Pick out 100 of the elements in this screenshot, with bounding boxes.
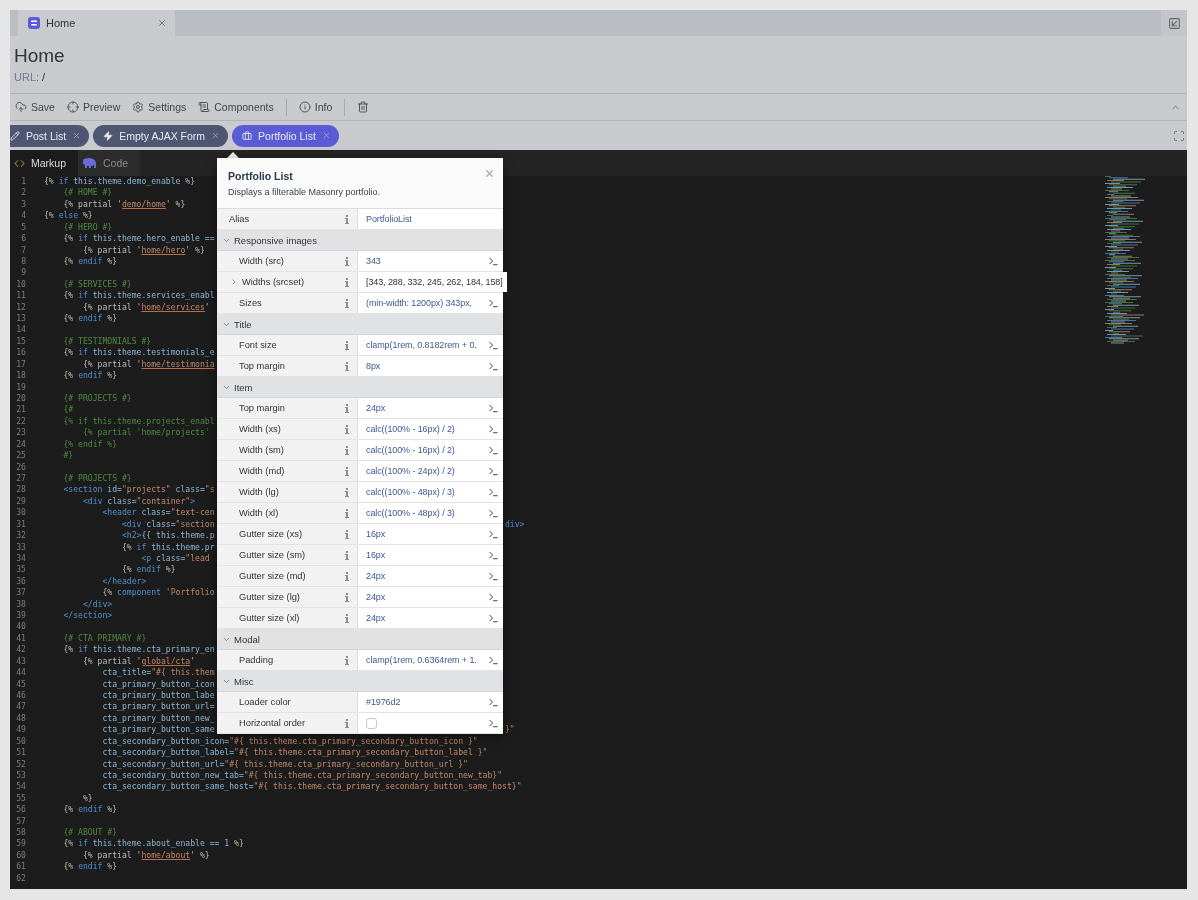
line-number: 18	[15, 370, 26, 382]
terminal-icon[interactable]	[488, 528, 499, 540]
terminal-icon[interactable]	[488, 549, 499, 561]
terminal-icon[interactable]	[488, 255, 499, 267]
group-header[interactable]: Modal	[217, 629, 503, 650]
value-field[interactable]: calc((100% - 16px) / 2)	[358, 440, 503, 460]
code-line: cta_primary_button_same	[101, 724, 215, 735]
line-number: 8	[20, 255, 26, 268]
info-icon[interactable]	[345, 298, 349, 308]
components-button[interactable]: Components	[198, 101, 274, 113]
terminal-icon[interactable]	[488, 360, 499, 372]
terminal-icon[interactable]	[488, 654, 499, 666]
terminal-icon[interactable]	[488, 402, 499, 414]
info-icon[interactable]	[345, 718, 349, 728]
value-field[interactable]: 24px	[358, 608, 503, 628]
terminal-icon[interactable]	[488, 591, 499, 603]
value-field[interactable]: calc((100% - 24px) / 2)	[358, 461, 503, 481]
value-field[interactable]: (min-width: 1200px) 343px,	[358, 293, 503, 313]
info-icon[interactable]	[345, 655, 349, 665]
value-field[interactable]: clamp(1rem, 0.6364rem + 1.	[358, 650, 503, 670]
property-label: Gutter size (lg)	[239, 592, 301, 602]
chevron-right-icon[interactable]	[230, 278, 238, 286]
info-icon[interactable]	[345, 550, 349, 560]
info-icon[interactable]	[345, 361, 349, 371]
info-icon[interactable]	[345, 529, 349, 539]
value-field[interactable]: 8px	[358, 356, 503, 376]
terminal-icon[interactable]	[488, 339, 499, 351]
value-field[interactable]: calc((100% - 48px) / 3)	[358, 482, 503, 502]
info-icon[interactable]	[345, 403, 349, 413]
code-line: {% if this.theme.demo_enable %}	[44, 176, 196, 188]
value-field[interactable]: [343, 288, 332, 245, 262, 184, 158]	[358, 272, 507, 292]
arrow-square-icon[interactable]	[1167, 16, 1181, 30]
info-icon[interactable]	[345, 571, 349, 581]
terminal-icon[interactable]	[488, 570, 499, 582]
delete-button[interactable]	[357, 101, 370, 113]
terminal-icon[interactable]	[488, 696, 499, 708]
code-line: {% endif %}	[62, 861, 118, 873]
close-icon[interactable]	[157, 18, 167, 28]
value-field[interactable]: #1976d2	[358, 692, 503, 712]
terminal-icon[interactable]	[488, 297, 499, 309]
terminal-icon[interactable]	[488, 423, 499, 435]
info-icon[interactable]	[345, 214, 349, 224]
terminal-icon[interactable]	[488, 717, 499, 729]
checkbox[interactable]	[366, 717, 377, 729]
info-icon[interactable]	[345, 508, 349, 518]
component-chip[interactable]: Portfolio List	[232, 124, 339, 147]
value-field[interactable]: 16px	[358, 545, 503, 565]
code-line: {# PROJECTS #}	[62, 393, 132, 405]
value-field[interactable]: 16px	[358, 524, 503, 544]
value-field[interactable]: clamp(1rem, 0.8182rem + 0.	[358, 335, 503, 355]
value-field[interactable]: calc((100% - 48px) / 3)	[358, 503, 503, 523]
settings-button[interactable]: Settings	[132, 101, 187, 113]
component-chip[interactable]: Post List	[10, 124, 90, 147]
close-icon[interactable]	[72, 131, 82, 140]
info-icon[interactable]	[345, 340, 349, 350]
cloud-upload-icon	[15, 101, 27, 113]
group-header[interactable]: Responsive images	[217, 230, 503, 251]
value-field[interactable]: PortfolioList	[358, 209, 503, 229]
document-tab[interactable]: Home	[18, 10, 175, 36]
corners-icon[interactable]	[1173, 129, 1185, 142]
value-field[interactable]: 24px	[358, 587, 503, 607]
code-line: <section id="projects" class="s	[62, 484, 215, 496]
preview-button[interactable]: Preview	[66, 101, 121, 113]
editor-tab[interactable]: Markup	[10, 150, 78, 176]
terminal-icon[interactable]	[488, 486, 499, 498]
terminal-icon[interactable]	[488, 444, 499, 456]
info-icon[interactable]	[345, 487, 349, 497]
terminal-icon[interactable]	[488, 465, 499, 477]
value-field[interactable]: 24px	[358, 398, 503, 418]
value-field[interactable]: 24px	[358, 566, 503, 586]
line-number: 3	[20, 198, 26, 211]
info-icon[interactable]	[345, 445, 349, 455]
value-field[interactable]: calc((100% - 16px) / 2)	[358, 419, 503, 439]
terminal-icon[interactable]	[488, 507, 499, 519]
info-icon[interactable]	[345, 613, 349, 623]
info-button[interactable]: Info	[298, 101, 333, 113]
info-icon[interactable]	[345, 424, 349, 434]
group-header[interactable]: Misc	[217, 671, 503, 692]
code-line: {% if this.theme.cta_primary_en	[62, 644, 215, 656]
info-icon[interactable]	[345, 277, 349, 287]
component-chip[interactable]: Empty AJAX Form	[93, 124, 229, 147]
group-header[interactable]: Title	[217, 314, 503, 335]
line-number: 41	[15, 632, 26, 645]
save-button[interactable]: Save	[15, 101, 55, 113]
info-icon[interactable]	[345, 592, 349, 602]
info-icon[interactable]	[345, 256, 349, 266]
value-field[interactable]	[358, 713, 503, 733]
close-icon[interactable]	[211, 131, 221, 140]
line-number: 44	[15, 667, 26, 679]
popover-title: Portfolio List	[228, 170, 294, 182]
close-icon[interactable]	[321, 131, 331, 140]
terminal-icon[interactable]	[488, 612, 499, 624]
line-number: 60	[15, 849, 26, 862]
info-icon[interactable]	[345, 466, 349, 476]
value-field[interactable]: 343	[358, 251, 503, 271]
editor-tab[interactable]: Code	[78, 150, 141, 176]
close-button[interactable]	[484, 168, 495, 179]
code-line: </div>	[81, 598, 113, 611]
pencil-icon	[10, 130, 20, 141]
group-header[interactable]: Item	[217, 377, 503, 398]
